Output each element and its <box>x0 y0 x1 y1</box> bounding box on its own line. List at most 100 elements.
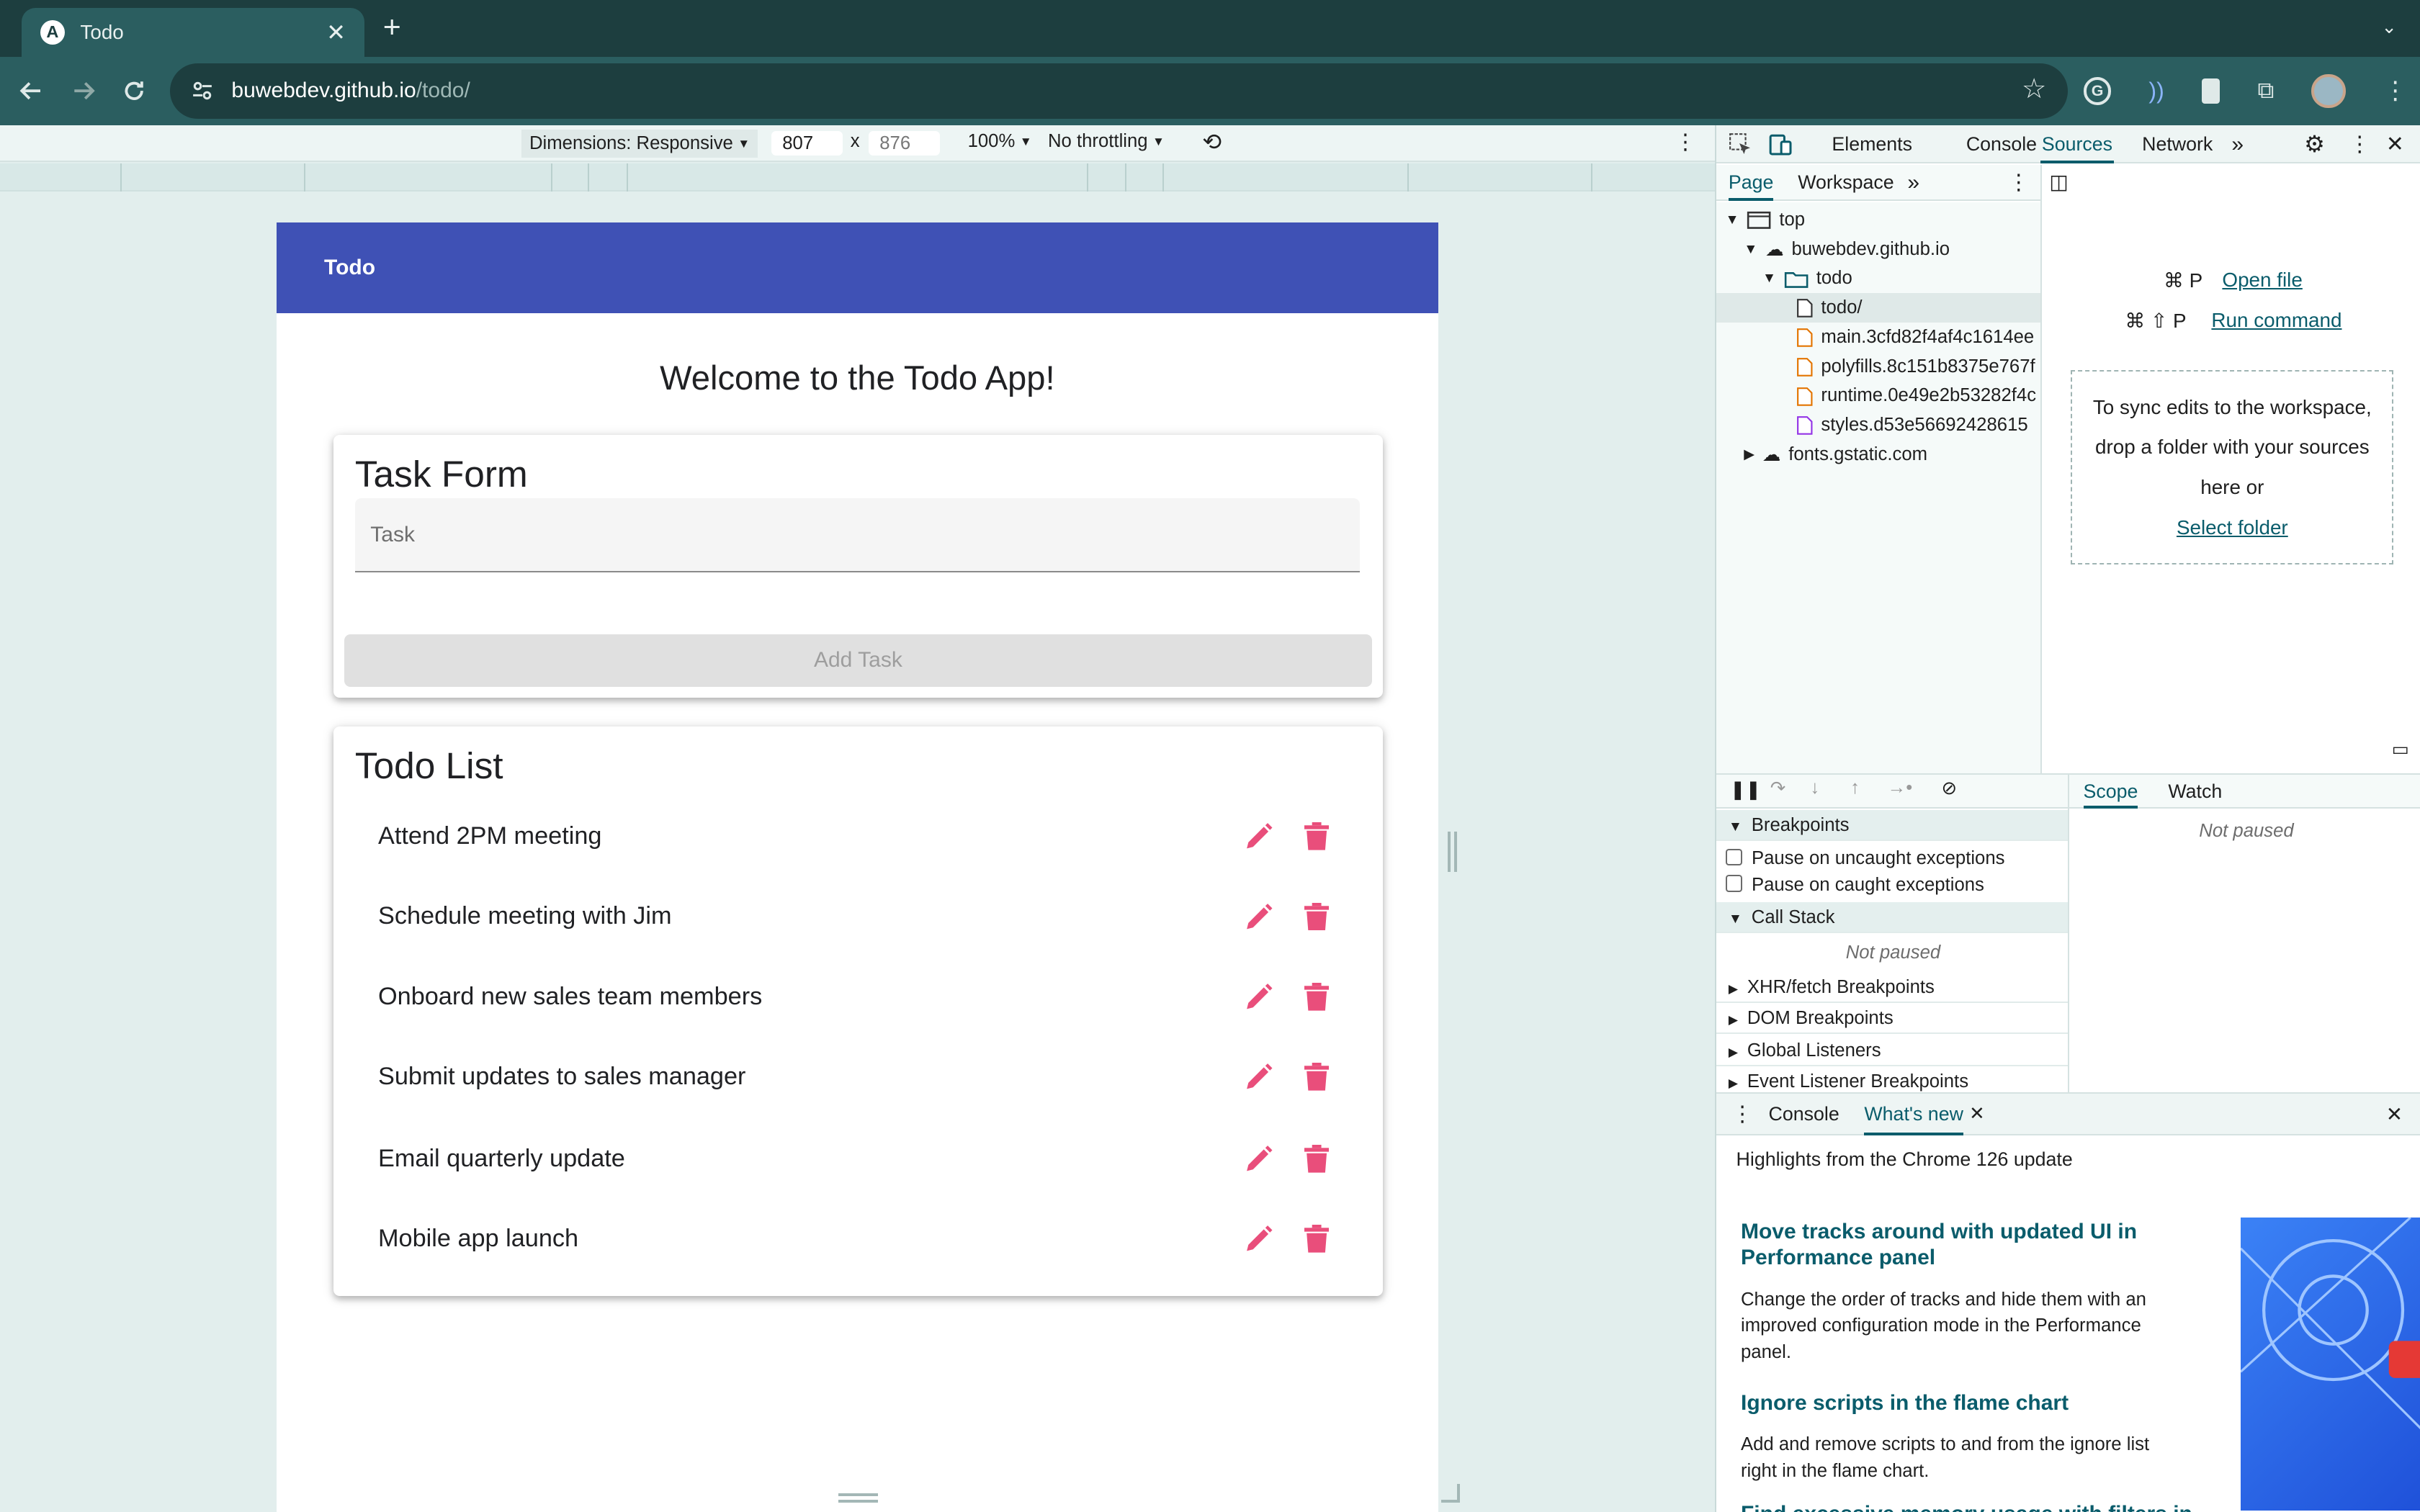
device-toggle-icon[interactable] <box>1769 132 1792 156</box>
step-out-icon[interactable]: ↑ <box>1850 778 1860 798</box>
new-tab-icon[interactable]: + <box>377 10 408 45</box>
devtools-menu-icon[interactable]: ⋮ <box>2349 125 2370 164</box>
close-whats-new-icon[interactable]: ✕ <box>1969 1094 1985 1135</box>
height-input[interactable]: 876 <box>869 131 940 156</box>
viewport-corner-handle[interactable] <box>1441 1484 1461 1503</box>
drawer-tab-console[interactable]: Console <box>1769 1094 1839 1135</box>
tree-file-runtime[interactable]: runtime.0e49e2b53282f4c <box>1796 381 2040 410</box>
more-tabs-icon[interactable]: » <box>2231 125 2244 164</box>
throttling-dropdown[interactable]: No throttling ▼ <box>1048 131 1165 152</box>
whats-new-text-2: Add and remove scripts to and from the i… <box>1740 1434 2150 1481</box>
xhr-breakpoints-section[interactable]: ▶ XHR/fetch Breakpoints <box>1716 972 2069 1003</box>
add-task-button[interactable]: Add Task <box>344 634 1372 687</box>
media-query-ruler[interactable] <box>0 163 1715 192</box>
tab-network[interactable]: Network <box>2142 125 2213 164</box>
tab-watch[interactable]: Watch <box>2168 775 2222 809</box>
profile-avatar[interactable] <box>2311 73 2346 108</box>
browser-tab[interactable]: A Todo ✕ <box>22 7 364 58</box>
whats-new-heading-1[interactable]: Move tracks around with updated UI in Pe… <box>1741 1219 2204 1272</box>
tab-close-icon[interactable]: ✕ <box>326 19 346 46</box>
tree-node-fonts[interactable]: ▶ ☁ fonts.gstatic.com <box>1744 440 1927 469</box>
edit-pencil-icon[interactable] <box>1241 898 1278 935</box>
edit-pencil-icon[interactable] <box>1241 1058 1278 1095</box>
select-folder-link[interactable]: Select folder <box>2177 516 2288 539</box>
js-file-icon <box>1796 328 1814 348</box>
task-input[interactable]: Task <box>354 498 1360 572</box>
dom-breakpoints-section[interactable]: ▶ DOM Breakpoints <box>1716 1003 2069 1034</box>
address-bar[interactable]: buwebdev.github.io/todo/ ☆ <box>169 63 2069 119</box>
tab-elements[interactable]: Elements <box>1832 125 1912 164</box>
step-over-icon[interactable]: ↷ <box>1770 778 1786 799</box>
subtab-workspace[interactable]: Workspace <box>1798 165 1894 200</box>
bookmark-star-icon[interactable]: ☆ <box>2022 75 2047 104</box>
tree-node-folder[interactable]: ▼ todo <box>1762 264 1852 293</box>
tree-file-polyfills[interactable]: polyfills.8c151b8375e767f <box>1796 352 2040 382</box>
open-file-link[interactable]: Open file <box>2222 269 2302 292</box>
grammarly-icon[interactable]: G <box>2083 77 2112 105</box>
drawer-close-icon[interactable]: ✕ <box>2386 1094 2403 1135</box>
extensions-puzzle-icon[interactable]: ⧉ <box>2257 77 2274 104</box>
pause-caught-checkbox[interactable]: Pause on caught exceptions <box>1725 872 1984 898</box>
delete-trash-icon[interactable] <box>1298 978 1335 1015</box>
todo-item-text: Email quarterly update <box>377 1144 625 1172</box>
run-command-link[interactable]: Run command <box>2211 309 2341 332</box>
width-input[interactable]: 807 <box>771 131 843 156</box>
back-icon[interactable] <box>9 69 53 112</box>
inspect-element-icon[interactable] <box>1729 132 1752 156</box>
delete-trash-icon[interactable] <box>1298 898 1335 935</box>
edit-pencil-icon[interactable] <box>1241 978 1278 1015</box>
edit-pencil-icon[interactable] <box>1241 818 1278 855</box>
global-listeners-section[interactable]: ▶ Global Listeners <box>1716 1035 2069 1066</box>
tree-node-host[interactable]: ▼ ☁ buwebdev.github.io <box>1744 235 1950 264</box>
tree-node-top[interactable]: ▼ top <box>1726 205 1806 235</box>
tab-scope[interactable]: Scope <box>2083 775 2138 809</box>
tab-console[interactable]: Console <box>1966 125 2037 164</box>
chrome-menu-icon[interactable]: ⋮ <box>2383 76 2408 105</box>
tab-sources[interactable]: Sources <box>2040 125 2115 164</box>
read-aloud-icon[interactable]: )) <box>2148 78 2164 104</box>
extension-badge-icon[interactable] <box>2201 78 2220 104</box>
forward-icon[interactable] <box>62 69 105 112</box>
delete-trash-icon[interactable] <box>1298 818 1335 855</box>
tab-search-icon[interactable]: ⌄ <box>2374 12 2405 43</box>
tree-file-styles[interactable]: styles.d53e56692428615 <box>1796 410 2040 440</box>
drawer-tab-whats-new[interactable]: What's new <box>1864 1094 1963 1135</box>
workspace-drop-zone[interactable]: To sync edits to the workspace, drop a f… <box>2071 370 2394 565</box>
dimensions-dropdown[interactable]: Dimensions: Responsive ▼ <box>521 129 758 158</box>
toggle-debugger-icon[interactable]: ▭ <box>2392 739 2409 760</box>
viewport-width-handle[interactable] <box>1447 832 1457 872</box>
device-more-icon[interactable]: ⋮ <box>1675 130 1696 155</box>
whats-new-content: Highlights from the Chrome 126 update Mo… <box>1716 1137 2420 1512</box>
delete-trash-icon[interactable] <box>1298 1058 1335 1095</box>
tree-file-index[interactable]: todo/ <box>1716 293 2040 323</box>
edit-pencil-icon[interactable] <box>1241 1220 1278 1257</box>
whats-new-heading-3[interactable]: Find excessive memory usage with filters… <box>1741 1501 2204 1512</box>
file-icon <box>1796 298 1814 318</box>
delete-trash-icon[interactable] <box>1298 1140 1335 1177</box>
toggle-navigator-icon[interactable]: ◫ <box>2049 170 2068 194</box>
devtools-close-icon[interactable]: ✕ <box>2386 125 2404 164</box>
subtab-page[interactable]: Page <box>1728 165 1774 201</box>
drawer-menu-icon[interactable]: ⋮ <box>1731 1094 1753 1135</box>
pause-icon[interactable]: ❚❚ <box>1730 779 1761 801</box>
pause-uncaught-checkbox[interactable]: Pause on uncaught exceptions <box>1725 845 2005 871</box>
more-subtabs-icon[interactable]: » <box>1907 165 1919 200</box>
rotate-icon[interactable]: ⟲ <box>1202 128 1222 156</box>
delete-trash-icon[interactable] <box>1298 1220 1335 1257</box>
zoom-dropdown[interactable]: 100% ▼ <box>968 131 1032 152</box>
call-stack-section[interactable]: ▼ Call Stack <box>1716 902 2069 934</box>
step-into-icon[interactable]: ↓ <box>1810 778 1819 798</box>
todo-item-text: Schedule meeting with Jim <box>377 902 672 930</box>
breakpoints-section[interactable]: ▼ Breakpoints <box>1716 809 2069 841</box>
settings-gear-icon[interactable]: ⚙ <box>2304 125 2325 164</box>
step-icon[interactable]: →• <box>1888 778 1913 798</box>
tree-file-main[interactable]: main.3cfd82f4af4c1614ee <box>1796 323 2040 352</box>
navigator-menu-icon[interactable]: ⋮ <box>2008 165 2030 200</box>
reload-icon[interactable] <box>112 69 156 112</box>
deactivate-breakpoints-icon[interactable]: ⊘ <box>1942 778 1958 799</box>
site-info-icon[interactable] <box>192 80 213 102</box>
edit-pencil-icon[interactable] <box>1241 1140 1278 1177</box>
viewport-height-handle[interactable] <box>838 1493 879 1503</box>
whats-new-heading-2[interactable]: Ignore scripts in the flame chart <box>1741 1390 2204 1416</box>
folder-icon <box>1784 270 1809 289</box>
